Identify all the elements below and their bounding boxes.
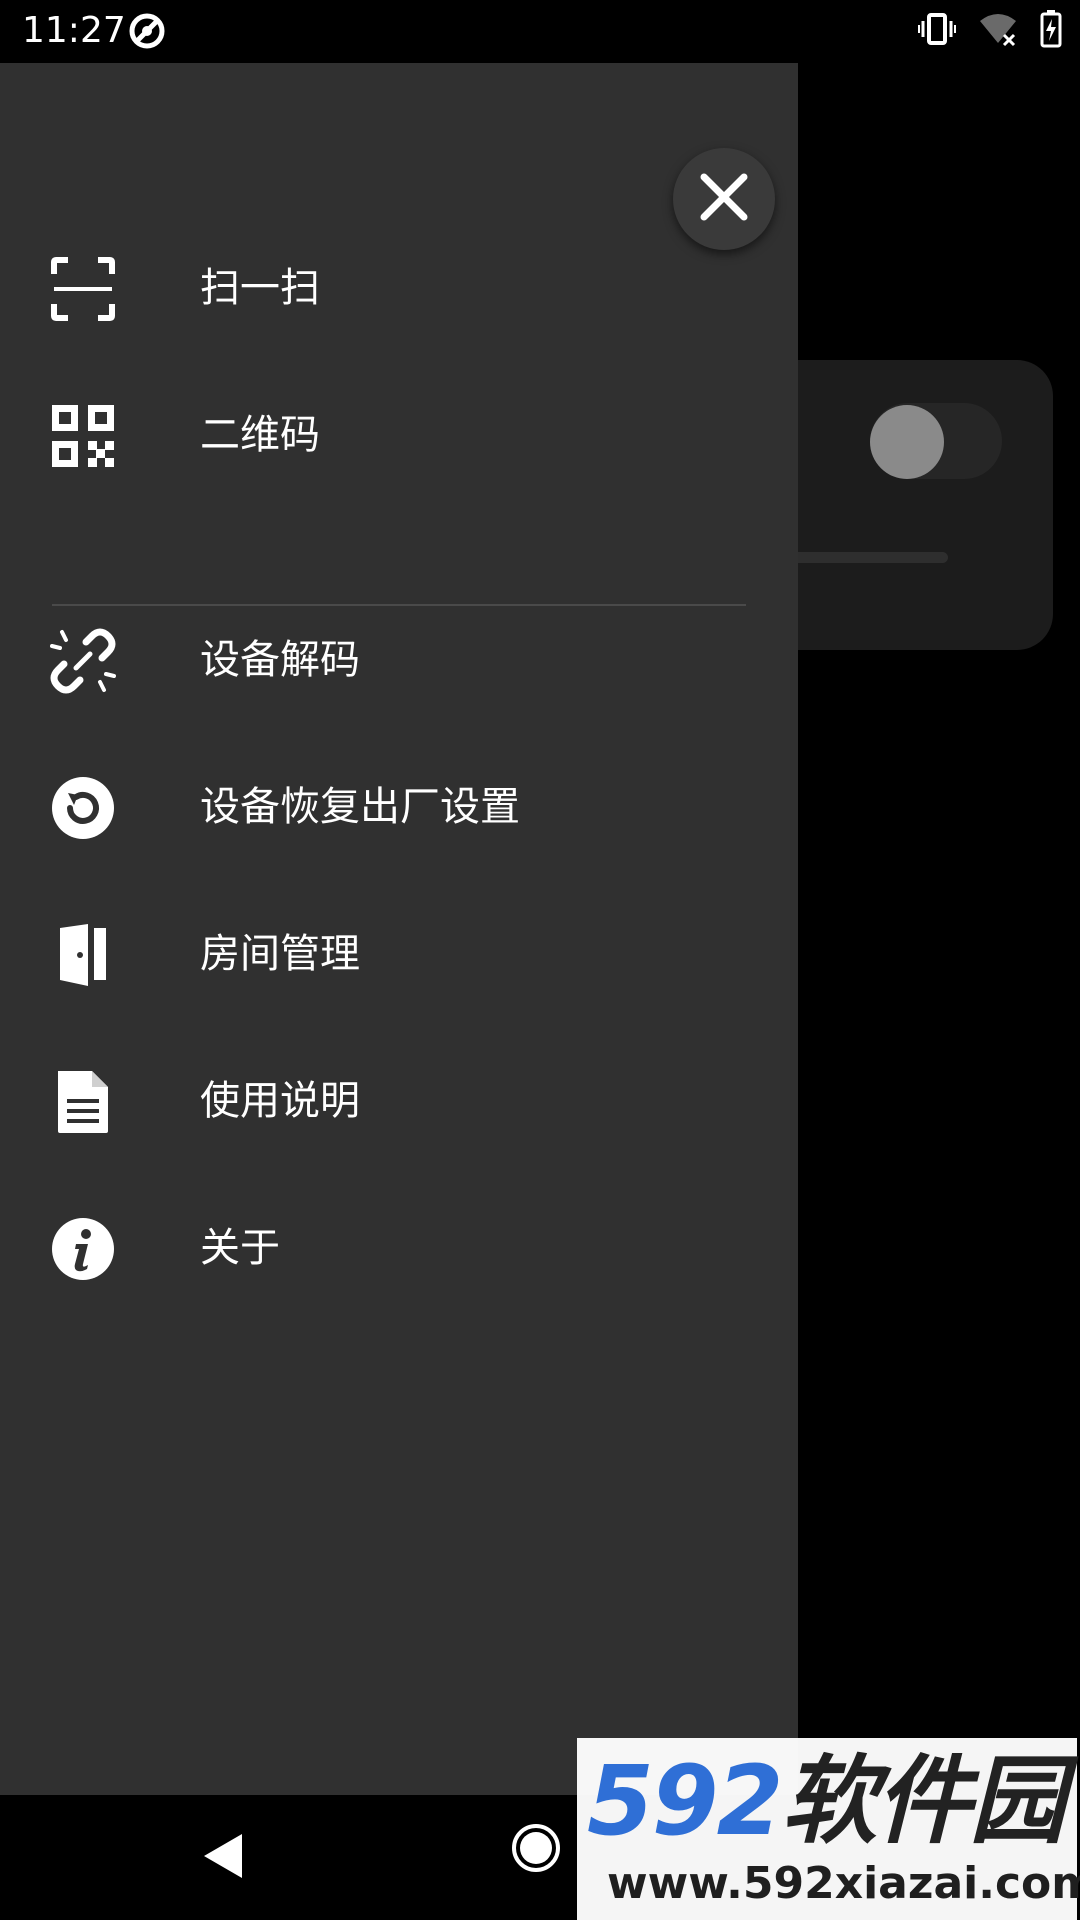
menu-item-label: 使用说明 bbox=[200, 1078, 360, 1124]
watermark: 592软件园 www.592xiazai.com bbox=[577, 1738, 1080, 1920]
back-button[interactable] bbox=[200, 1831, 246, 1885]
status-time: 11:27 bbox=[22, 10, 126, 51]
watermark-brand-number: 592 bbox=[587, 1745, 783, 1857]
door-icon bbox=[50, 922, 116, 988]
menu-item-label: 设备解码 bbox=[200, 637, 360, 683]
scan-icon bbox=[50, 256, 116, 322]
menu-item-about[interactable]: 关于 bbox=[0, 1188, 798, 1308]
data-saver-icon bbox=[128, 12, 166, 50]
link-off-icon bbox=[50, 628, 116, 694]
status-icons bbox=[918, 10, 1062, 48]
menu-item-label: 设备恢复出厂设置 bbox=[200, 784, 520, 830]
qr-code-icon bbox=[50, 403, 116, 469]
menu-item-qr-code[interactable]: 二维码 bbox=[0, 375, 798, 495]
close-icon bbox=[696, 169, 752, 229]
navigation-drawer: 扫一扫 二维码 设备解码 设备恢复出厂设置 房间管理 使用说明 关于 bbox=[0, 63, 798, 1795]
wifi-off-icon bbox=[978, 11, 1018, 47]
menu-item-label: 房间管理 bbox=[200, 931, 360, 977]
restore-icon bbox=[50, 775, 116, 841]
home-button[interactable] bbox=[512, 1824, 560, 1872]
document-icon bbox=[50, 1069, 116, 1135]
background-toggle-thumb bbox=[870, 405, 944, 479]
watermark-brand: 592软件园 bbox=[587, 1745, 1065, 1857]
home-icon bbox=[520, 1832, 552, 1864]
menu-item-label: 扫一扫 bbox=[200, 265, 320, 311]
menu-item-instructions[interactable]: 使用说明 bbox=[0, 1041, 798, 1161]
menu-item-label: 关于 bbox=[200, 1225, 280, 1271]
menu-item-device-unbind[interactable]: 设备解码 bbox=[0, 600, 798, 720]
info-icon bbox=[50, 1216, 116, 1282]
watermark-url: www.592xiazai.com bbox=[607, 1858, 1080, 1909]
menu-item-factory-reset[interactable]: 设备恢复出厂设置 bbox=[0, 747, 798, 867]
battery-charging-icon bbox=[1040, 10, 1062, 48]
screen: 11:27 扫一扫 二维码 设备解码 设备恢复出厂设置 房间管理 使用说明 关于… bbox=[0, 0, 1080, 1920]
menu-item-label: 二维码 bbox=[200, 412, 320, 458]
status-bar: 11:27 bbox=[0, 0, 1080, 63]
menu-item-scan[interactable]: 扫一扫 bbox=[0, 228, 798, 348]
vibrate-icon bbox=[918, 12, 956, 46]
menu-item-room-management[interactable]: 房间管理 bbox=[0, 894, 798, 1014]
watermark-brand-text: 软件园 bbox=[781, 1745, 1065, 1857]
